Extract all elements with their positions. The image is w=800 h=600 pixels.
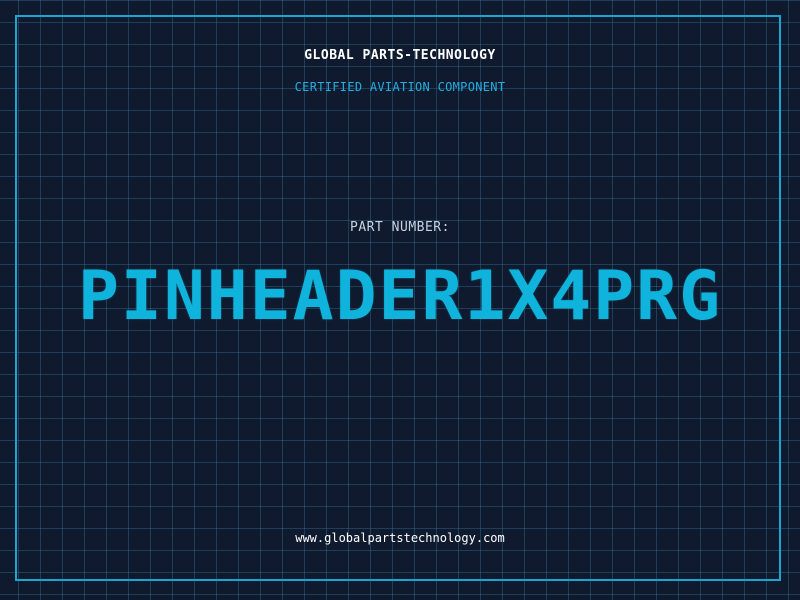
certification-tagline: CERTIFIED AVIATION COMPONENT xyxy=(294,80,506,94)
website-url: www.globalpartstechnology.com xyxy=(295,531,505,545)
part-number-label: PART NUMBER: xyxy=(350,220,450,235)
label-card: GLOBAL PARTS-TECHNOLOGY CERTIFIED AVIATI… xyxy=(0,0,800,600)
part-number-value: PINHEADER1X4PRG xyxy=(77,257,723,336)
company-name: GLOBAL PARTS-TECHNOLOGY xyxy=(304,48,496,63)
